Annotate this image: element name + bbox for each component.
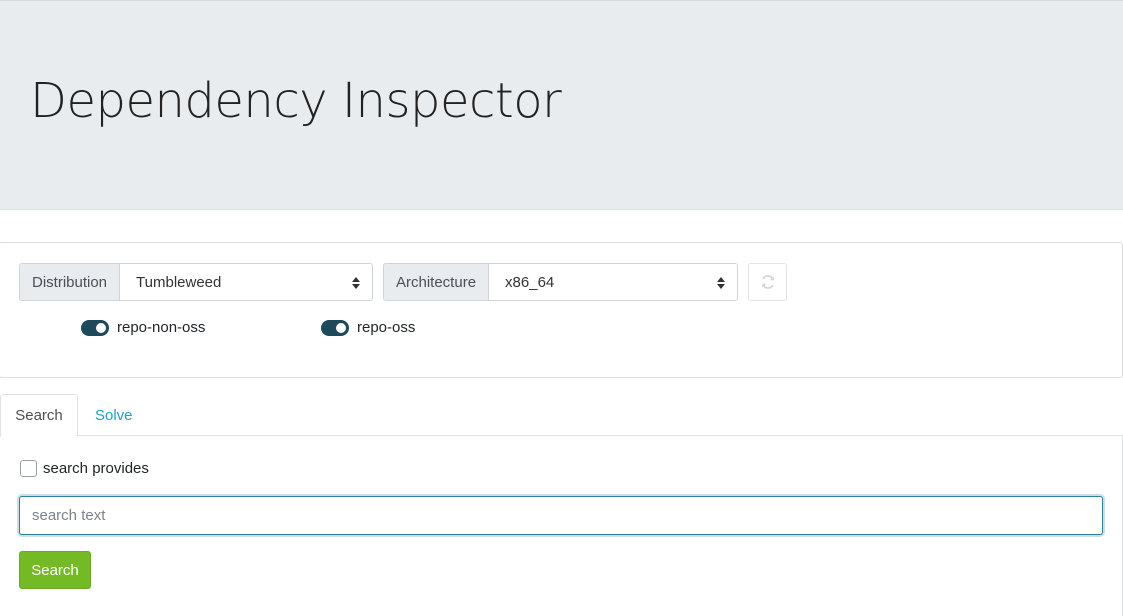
select-arrows-icon	[352, 277, 360, 289]
toggle-switch[interactable]	[81, 319, 109, 336]
toggle-knob	[336, 322, 346, 333]
search-provides-option[interactable]: search provides	[20, 460, 149, 477]
search-button[interactable]: Search	[19, 551, 91, 589]
tab-search[interactable]: Search	[0, 394, 78, 437]
search-provides-checkbox[interactable]	[20, 460, 37, 477]
distribution-selected-value: Tumbleweed	[136, 273, 222, 291]
repository-config-panel: Distribution Tumbleweed Architecture x86…	[0, 242, 1123, 378]
architecture-selected-value: x86_64	[505, 273, 555, 291]
search-tab-panel: search provides Search	[0, 436, 1123, 616]
distribution-group: Distribution Tumbleweed	[19, 263, 373, 301]
refresh-icon	[761, 275, 774, 289]
page-title: Dependency Inspector	[30, 73, 562, 129]
header-banner: Dependency Inspector	[0, 0, 1123, 210]
distribution-select[interactable]: Tumbleweed	[120, 264, 372, 300]
select-arrows-icon	[717, 277, 725, 289]
refresh-button[interactable]	[748, 263, 787, 301]
repo-label: repo-oss	[357, 319, 416, 336]
architecture-group: Architecture x86_64	[383, 263, 738, 301]
tab-bar: Search Solve	[0, 394, 1123, 437]
search-input[interactable]	[19, 496, 1103, 535]
repo-toggle-non-oss[interactable]: repo-non-oss	[81, 319, 205, 336]
repo-toggle-oss[interactable]: repo-oss	[321, 319, 415, 336]
repo-label: repo-non-oss	[117, 319, 206, 336]
distribution-label: Distribution	[20, 264, 121, 300]
search-provides-label: search provides	[43, 460, 149, 477]
toggle-knob	[96, 322, 106, 333]
architecture-select[interactable]: x86_64	[489, 264, 737, 300]
tab-solve[interactable]: Solve	[95, 394, 133, 436]
architecture-label: Architecture	[384, 264, 490, 300]
toggle-switch[interactable]	[321, 319, 349, 336]
